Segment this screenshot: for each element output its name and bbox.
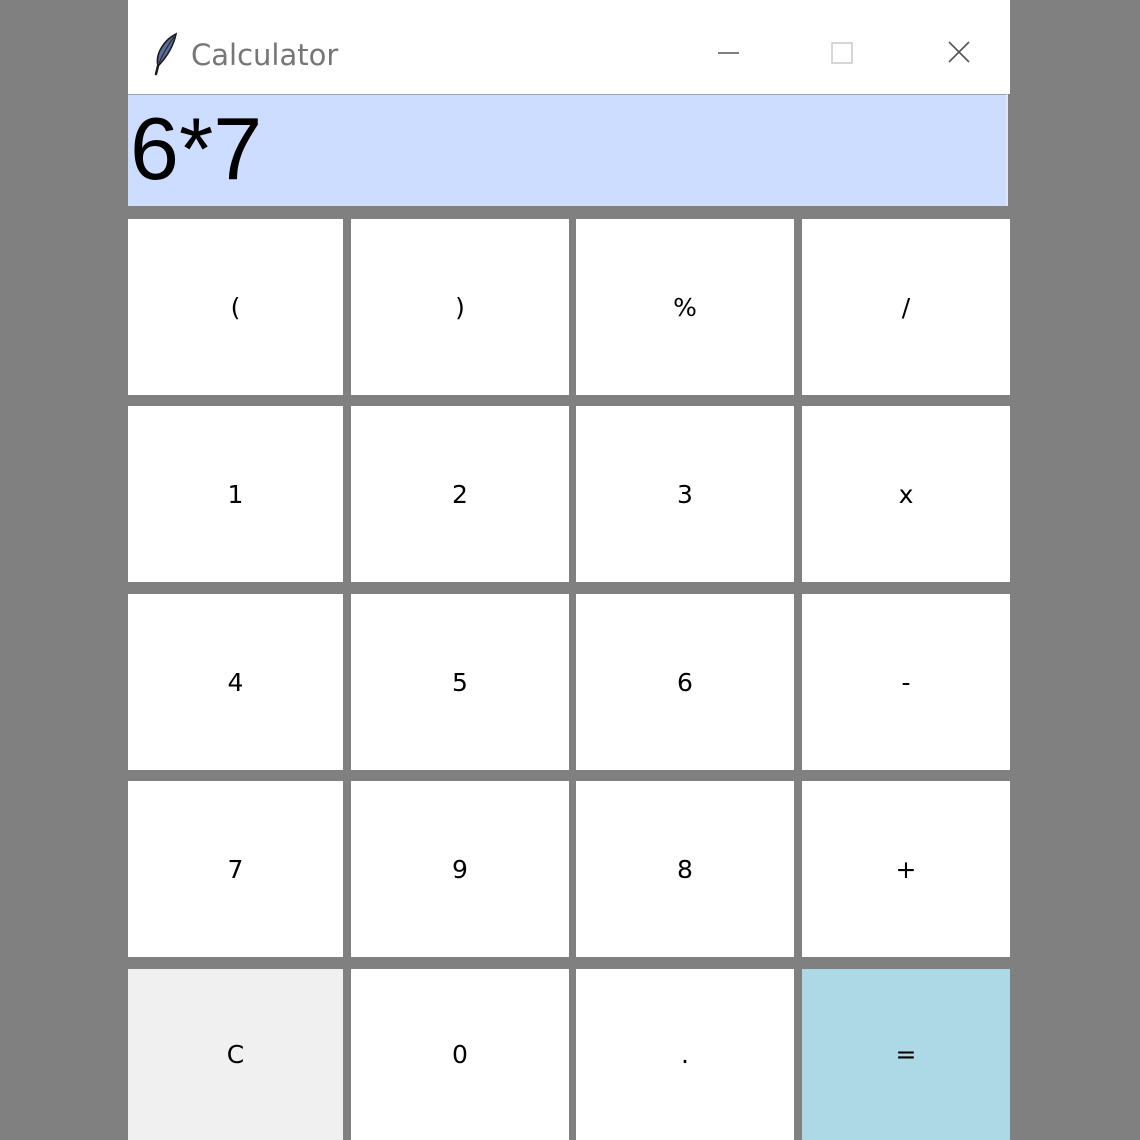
- digit-3-button[interactable]: 3: [576, 406, 794, 582]
- key-label: 6: [677, 667, 693, 697]
- open-paren-button[interactable]: (: [128, 219, 343, 395]
- key-label: ): [455, 292, 465, 322]
- clear-button[interactable]: C: [128, 969, 343, 1140]
- multiply-button[interactable]: x: [802, 406, 1010, 582]
- key-label: 7: [227, 854, 244, 884]
- key-label: 3: [677, 479, 693, 509]
- key-label: -: [901, 667, 911, 697]
- minimize-button[interactable]: [698, 30, 758, 78]
- key-label: 8: [677, 854, 693, 884]
- key-label: =: [895, 1040, 917, 1069]
- key-label: 2: [452, 479, 468, 509]
- key-label: 9: [452, 854, 468, 884]
- digit-5-button[interactable]: 5: [351, 594, 569, 770]
- window-title: Calculator: [191, 38, 339, 72]
- maximize-icon: [831, 42, 853, 64]
- close-button[interactable]: [930, 30, 990, 78]
- close-icon: [948, 41, 970, 63]
- digit-8-button[interactable]: 8: [576, 781, 794, 957]
- key-label: /: [901, 292, 911, 322]
- feather-icon: [150, 32, 180, 76]
- key-label: (: [230, 292, 241, 322]
- minus-button[interactable]: -: [802, 594, 1010, 770]
- digit-7-button[interactable]: 7: [128, 781, 343, 957]
- digit-0-button[interactable]: 0: [351, 969, 569, 1140]
- key-label: 4: [227, 667, 244, 697]
- percent-button[interactable]: %: [576, 219, 794, 395]
- digit-6-button[interactable]: 6: [576, 594, 794, 770]
- key-label: 0: [452, 1040, 468, 1069]
- digit-9-button[interactable]: 9: [351, 781, 569, 957]
- key-label: x: [898, 479, 914, 509]
- key-label: %: [673, 292, 697, 322]
- expression-display[interactable]: 6*7: [128, 94, 1008, 206]
- maximize-button[interactable]: [812, 30, 872, 78]
- minimize-icon: [718, 52, 739, 54]
- title-bar[interactable]: Calculator: [128, 0, 1010, 94]
- key-label: C: [226, 1040, 245, 1069]
- calculator-window: Calculator 6*7 ( ) % / 1 2 3 x 4 5 6 - 7…: [128, 0, 1010, 1140]
- key-label: .: [681, 1040, 689, 1069]
- plus-button[interactable]: +: [802, 781, 1010, 957]
- digit-1-button[interactable]: 1: [128, 406, 343, 582]
- key-label: 5: [452, 667, 468, 697]
- divide-button[interactable]: /: [802, 219, 1010, 395]
- digit-2-button[interactable]: 2: [351, 406, 569, 582]
- equals-button[interactable]: =: [802, 969, 1010, 1140]
- key-label: +: [895, 854, 917, 884]
- display-value: 6*7: [130, 99, 263, 198]
- close-paren-button[interactable]: ): [351, 219, 569, 395]
- key-label: 1: [227, 479, 244, 509]
- digit-4-button[interactable]: 4: [128, 594, 343, 770]
- decimal-button[interactable]: .: [576, 969, 794, 1140]
